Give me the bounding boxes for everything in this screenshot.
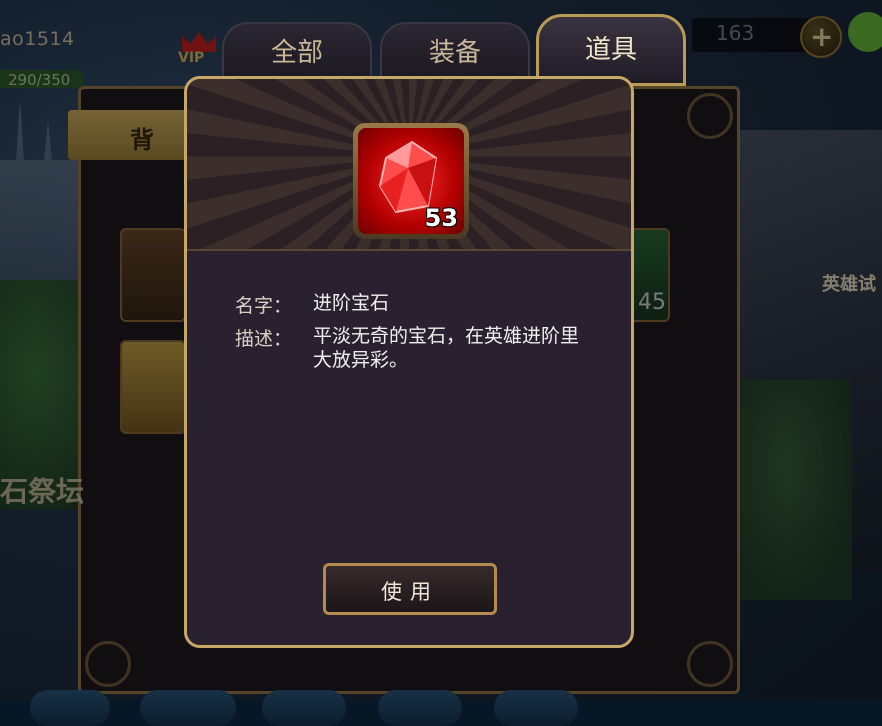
name-label: 名字： bbox=[235, 295, 293, 317]
tab-all[interactable]: 全部 bbox=[222, 22, 372, 84]
item-icon-frame: 53 bbox=[353, 123, 469, 239]
item-detail-popup: 53 名字： 进阶宝石 描述： 平淡无奇的宝石，在英雄进阶里大放异彩。 使用 bbox=[184, 76, 634, 648]
item-description: 平淡无奇的宝石，在英雄进阶里大放异彩。 bbox=[313, 325, 580, 371]
description-label: 描述： bbox=[235, 328, 293, 350]
red-gem-icon: 53 bbox=[358, 128, 464, 234]
item-count: 53 bbox=[424, 204, 458, 232]
use-button-label: 使用 bbox=[381, 580, 439, 604]
tab-label: 装备 bbox=[428, 38, 481, 68]
tab-equipment[interactable]: 装备 bbox=[380, 22, 530, 84]
item-name: 进阶宝石 bbox=[313, 292, 390, 314]
use-button[interactable]: 使用 bbox=[323, 563, 497, 615]
tab-label: 道具 bbox=[584, 35, 637, 65]
tab-label: 全部 bbox=[270, 38, 323, 68]
